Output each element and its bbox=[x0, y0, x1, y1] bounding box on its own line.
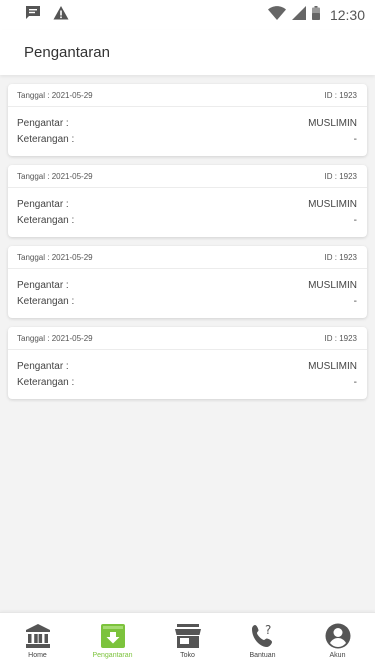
note-row: Keterangan : - bbox=[17, 131, 357, 147]
note-value: - bbox=[353, 214, 357, 226]
courier-value: MUSLIMIN bbox=[308, 360, 357, 372]
bottom-nav: Home Pengantaran Toko ? Bantuan Akun bbox=[0, 612, 375, 667]
wifi-icon bbox=[267, 5, 286, 25]
delivery-id: ID : 1923 bbox=[324, 90, 357, 100]
delivery-date: Tanggal : 2021-05-29 bbox=[17, 333, 93, 343]
courier-row: Pengantar : MUSLIMIN bbox=[17, 277, 357, 293]
card-body: Pengantar : MUSLIMIN Keterangan : - bbox=[8, 350, 367, 390]
warning-icon bbox=[53, 5, 69, 26]
courier-row: Pengantar : MUSLIMIN bbox=[17, 358, 357, 374]
courier-value: MUSLIMIN bbox=[308, 198, 357, 210]
courier-label: Pengantar : bbox=[17, 117, 69, 129]
nav-label-akun: Akun bbox=[329, 652, 346, 659]
note-value: - bbox=[353, 376, 357, 388]
delivery-list: Tanggal : 2021-05-29 ID : 1923 Pengantar… bbox=[8, 84, 367, 399]
status-time: 12:30 bbox=[329, 7, 365, 23]
account-icon bbox=[325, 623, 351, 649]
delivery-date: Tanggal : 2021-05-29 bbox=[17, 252, 93, 262]
note-label: Keterangan : bbox=[17, 214, 75, 226]
card-header: Tanggal : 2021-05-29 ID : 1923 bbox=[8, 84, 367, 107]
delivery-card[interactable]: Tanggal : 2021-05-29 ID : 1923 Pengantar… bbox=[8, 327, 367, 399]
nav-label-toko: Toko bbox=[180, 652, 195, 659]
delivery-date: Tanggal : 2021-05-29 bbox=[17, 90, 93, 100]
card-header: Tanggal : 2021-05-29 ID : 1923 bbox=[8, 246, 367, 269]
signal-icon bbox=[291, 5, 306, 25]
courier-value: MUSLIMIN bbox=[308, 279, 357, 291]
bank-icon bbox=[25, 623, 51, 649]
note-row: Keterangan : - bbox=[17, 212, 357, 228]
card-body: Pengantar : MUSLIMIN Keterangan : - bbox=[8, 107, 367, 147]
nav-item-home[interactable]: Home bbox=[0, 613, 75, 667]
store-icon bbox=[174, 623, 201, 649]
note-value: - bbox=[353, 133, 357, 145]
nav-item-bantuan[interactable]: ? Bantuan bbox=[225, 613, 300, 667]
courier-label: Pengantar : bbox=[17, 279, 69, 291]
app-header: Pengantaran bbox=[0, 30, 375, 75]
delivery-card[interactable]: Tanggal : 2021-05-29 ID : 1923 Pengantar… bbox=[8, 246, 367, 318]
courier-label: Pengantar : bbox=[17, 360, 69, 372]
delivery-id: ID : 1923 bbox=[324, 171, 357, 181]
delivery-card[interactable]: Tanggal : 2021-05-29 ID : 1923 Pengantar… bbox=[8, 165, 367, 237]
card-header: Tanggal : 2021-05-29 ID : 1923 bbox=[8, 165, 367, 188]
delivery-card[interactable]: Tanggal : 2021-05-29 ID : 1923 Pengantar… bbox=[8, 84, 367, 156]
page-title: Pengantaran bbox=[24, 44, 110, 61]
battery-icon bbox=[311, 5, 320, 25]
note-label: Keterangan : bbox=[17, 295, 75, 307]
svg-text:?: ? bbox=[265, 623, 271, 637]
download-box-icon bbox=[100, 623, 126, 649]
nav-item-pengantaran[interactable]: Pengantaran bbox=[75, 613, 150, 667]
nav-label-home: Home bbox=[28, 652, 47, 659]
courier-row: Pengantar : MUSLIMIN bbox=[17, 196, 357, 212]
delivery-date: Tanggal : 2021-05-29 bbox=[17, 171, 93, 181]
card-body: Pengantar : MUSLIMIN Keterangan : - bbox=[8, 269, 367, 309]
nav-item-toko[interactable]: Toko bbox=[150, 613, 225, 667]
delivery-id: ID : 1923 bbox=[324, 333, 357, 343]
phone-help-icon: ? bbox=[250, 623, 276, 649]
note-value: - bbox=[353, 295, 357, 307]
delivery-id: ID : 1923 bbox=[324, 252, 357, 262]
note-label: Keterangan : bbox=[17, 376, 75, 388]
card-header: Tanggal : 2021-05-29 ID : 1923 bbox=[8, 327, 367, 350]
status-bar: 12:30 bbox=[0, 0, 375, 30]
nav-label-pengantaran: Pengantaran bbox=[92, 652, 133, 659]
note-row: Keterangan : - bbox=[17, 374, 357, 390]
nav-item-akun[interactable]: Akun bbox=[300, 613, 375, 667]
note-label: Keterangan : bbox=[17, 133, 75, 145]
message-icon bbox=[25, 5, 41, 26]
courier-row: Pengantar : MUSLIMIN bbox=[17, 115, 357, 131]
note-row: Keterangan : - bbox=[17, 293, 357, 309]
courier-value: MUSLIMIN bbox=[308, 117, 357, 129]
card-body: Pengantar : MUSLIMIN Keterangan : - bbox=[8, 188, 367, 228]
nav-label-bantuan: Bantuan bbox=[249, 652, 276, 659]
courier-label: Pengantar : bbox=[17, 198, 69, 210]
